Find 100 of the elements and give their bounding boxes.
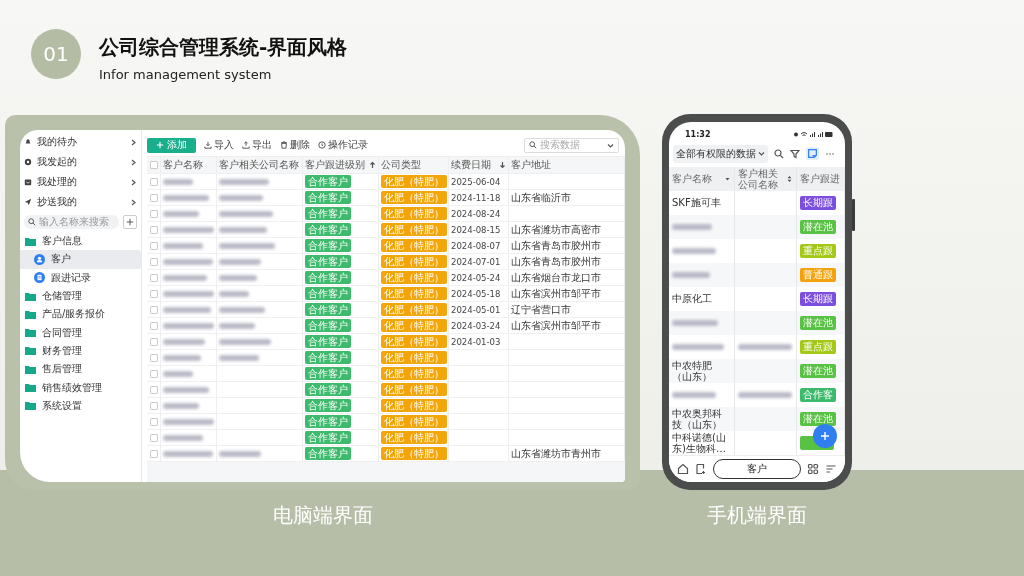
checkbox[interactable] bbox=[149, 417, 158, 426]
checkbox[interactable] bbox=[149, 209, 158, 218]
checkbox[interactable] bbox=[149, 385, 158, 394]
table-cell: 中原化工 bbox=[672, 293, 712, 305]
column-header[interactable]: 客户相关公司名称 bbox=[217, 157, 303, 173]
toolbar-button[interactable]: 导出 bbox=[242, 138, 272, 152]
type-tag: 化肥（特肥） bbox=[381, 351, 447, 364]
status-tag: 合作客户 bbox=[305, 415, 351, 428]
sidebar-item[interactable]: 我发起的 bbox=[20, 152, 141, 172]
table-cell: 2024-07-01 bbox=[451, 256, 501, 267]
add-button[interactable] bbox=[123, 215, 137, 229]
plus-icon bbox=[156, 141, 164, 149]
status-tag: 合作客户 bbox=[305, 351, 351, 364]
column-header[interactable]: 续费日期 bbox=[449, 157, 509, 173]
checkbox[interactable] bbox=[149, 449, 158, 458]
status-tag: 合作客户 bbox=[305, 271, 351, 284]
sidebar-item[interactable]: 我处理的 bbox=[20, 172, 141, 192]
column-header[interactable]: 客户跟进级别 bbox=[303, 157, 379, 173]
type-tag: 化肥（特肥） bbox=[381, 335, 447, 348]
column-header[interactable]: 客户跟进 bbox=[797, 166, 845, 191]
toolbar-button[interactable]: 删除 bbox=[280, 138, 310, 152]
checkbox[interactable] bbox=[149, 401, 158, 410]
tree-item[interactable]: 仓储管理 bbox=[20, 286, 141, 306]
type-tag: 化肥（特肥） bbox=[381, 287, 447, 300]
status-tag: 合作客户 bbox=[305, 191, 351, 204]
inbox-icon bbox=[24, 178, 32, 186]
folder-icon bbox=[25, 364, 36, 374]
tree-item[interactable]: 销售绩效管理 bbox=[20, 378, 141, 397]
type-tag: 化肥（特肥） bbox=[381, 303, 447, 316]
status-tag: 潜在池 bbox=[800, 411, 836, 426]
toolbar-button[interactable]: 操作记录 bbox=[318, 138, 368, 152]
sort-up-icon[interactable] bbox=[369, 161, 376, 169]
type-tag: 化肥（特肥） bbox=[381, 191, 447, 204]
plus-icon bbox=[820, 431, 830, 441]
sort-down-icon[interactable] bbox=[499, 161, 506, 169]
filter-icon[interactable] bbox=[790, 148, 800, 159]
table-cell: 山东省青岛市胶州市 bbox=[511, 238, 601, 253]
checkbox[interactable] bbox=[149, 273, 158, 282]
plus-icon bbox=[126, 218, 134, 226]
tree-item[interactable]: 系统设置 bbox=[20, 396, 141, 415]
chevron-down-icon bbox=[758, 150, 765, 158]
status-tag: 合作客户 bbox=[305, 335, 351, 348]
download-icon bbox=[204, 141, 212, 149]
column-header[interactable]: 客户名称 bbox=[161, 157, 217, 173]
table-cell: 2024-01-03 bbox=[451, 336, 501, 347]
document-icon[interactable] bbox=[695, 462, 707, 475]
tree-item[interactable]: 客户信息 bbox=[20, 232, 141, 251]
column-header[interactable]: 客户相关公司名称 bbox=[735, 166, 797, 191]
tree-item[interactable]: 跟进记录 bbox=[20, 268, 141, 287]
column-header[interactable]: 公司类型 bbox=[379, 157, 449, 173]
checkbox[interactable] bbox=[149, 337, 158, 346]
tree-item[interactable]: 售后管理 bbox=[20, 360, 141, 379]
note-icon[interactable] bbox=[806, 147, 819, 161]
tree-item[interactable]: 产品/服务报价 bbox=[20, 305, 141, 324]
sidebar-item[interactable]: 我的待办 bbox=[20, 132, 141, 152]
checkbox[interactable] bbox=[149, 289, 158, 298]
home-icon[interactable] bbox=[677, 462, 689, 475]
checkbox[interactable] bbox=[149, 241, 158, 250]
status-tag: 普通跟 bbox=[800, 267, 836, 282]
checkbox[interactable] bbox=[149, 321, 158, 330]
tree-item[interactable]: 合同管理 bbox=[20, 323, 141, 342]
type-tag: 化肥（特肥） bbox=[381, 175, 447, 188]
chevron-right-icon bbox=[130, 198, 137, 206]
column-header[interactable]: 客户地址 bbox=[509, 157, 625, 173]
sidebar-item[interactable]: 抄送我的 bbox=[20, 192, 141, 212]
grid-icon[interactable] bbox=[807, 462, 819, 475]
type-tag: 化肥（特肥） bbox=[381, 399, 447, 412]
status-tag: 重点跟 bbox=[800, 339, 836, 354]
checkbox[interactable] bbox=[149, 225, 158, 234]
sort-lines-icon[interactable] bbox=[825, 462, 837, 475]
gear-icon bbox=[24, 158, 32, 166]
checkbox[interactable] bbox=[149, 369, 158, 378]
document-icon bbox=[34, 272, 45, 284]
type-tag: 化肥（特肥） bbox=[381, 319, 447, 332]
column-header[interactable]: 客户名称 bbox=[669, 166, 735, 191]
folder-icon bbox=[25, 383, 36, 392]
search-icon[interactable] bbox=[774, 148, 784, 159]
status-tag: 合作客户 bbox=[305, 399, 351, 412]
table-cell: 山东省潍坊市青州市 bbox=[511, 446, 601, 461]
checkbox[interactable] bbox=[149, 305, 158, 314]
table-cell: 辽宁省营口市 bbox=[511, 302, 571, 317]
checkbox[interactable] bbox=[149, 353, 158, 362]
checkbox[interactable] bbox=[149, 177, 158, 186]
tab[interactable]: 客户 bbox=[713, 458, 801, 479]
status-tag: 潜在池 bbox=[800, 363, 836, 378]
type-tag: 化肥（特肥） bbox=[381, 271, 447, 284]
checkbox[interactable] bbox=[149, 193, 158, 202]
folder-icon bbox=[25, 346, 36, 356]
tree-item[interactable]: 财务管理 bbox=[20, 341, 141, 361]
checkbox[interactable] bbox=[149, 257, 158, 266]
checkbox[interactable] bbox=[149, 433, 158, 442]
table-cell: 2024-08-15 bbox=[451, 224, 501, 235]
checkbox[interactable] bbox=[149, 161, 158, 169]
status-tag: 合作客户 bbox=[305, 175, 351, 188]
status-tag: 合作客户 bbox=[305, 367, 351, 380]
folder-icon bbox=[25, 236, 36, 246]
tree-item[interactable]: 客户 bbox=[20, 250, 141, 269]
toolbar-button[interactable]: 导入 bbox=[204, 138, 234, 152]
filter-dropdown[interactable]: 全部有权限的数据 bbox=[673, 144, 768, 163]
table-cell: 2025-06-04 bbox=[451, 176, 501, 187]
